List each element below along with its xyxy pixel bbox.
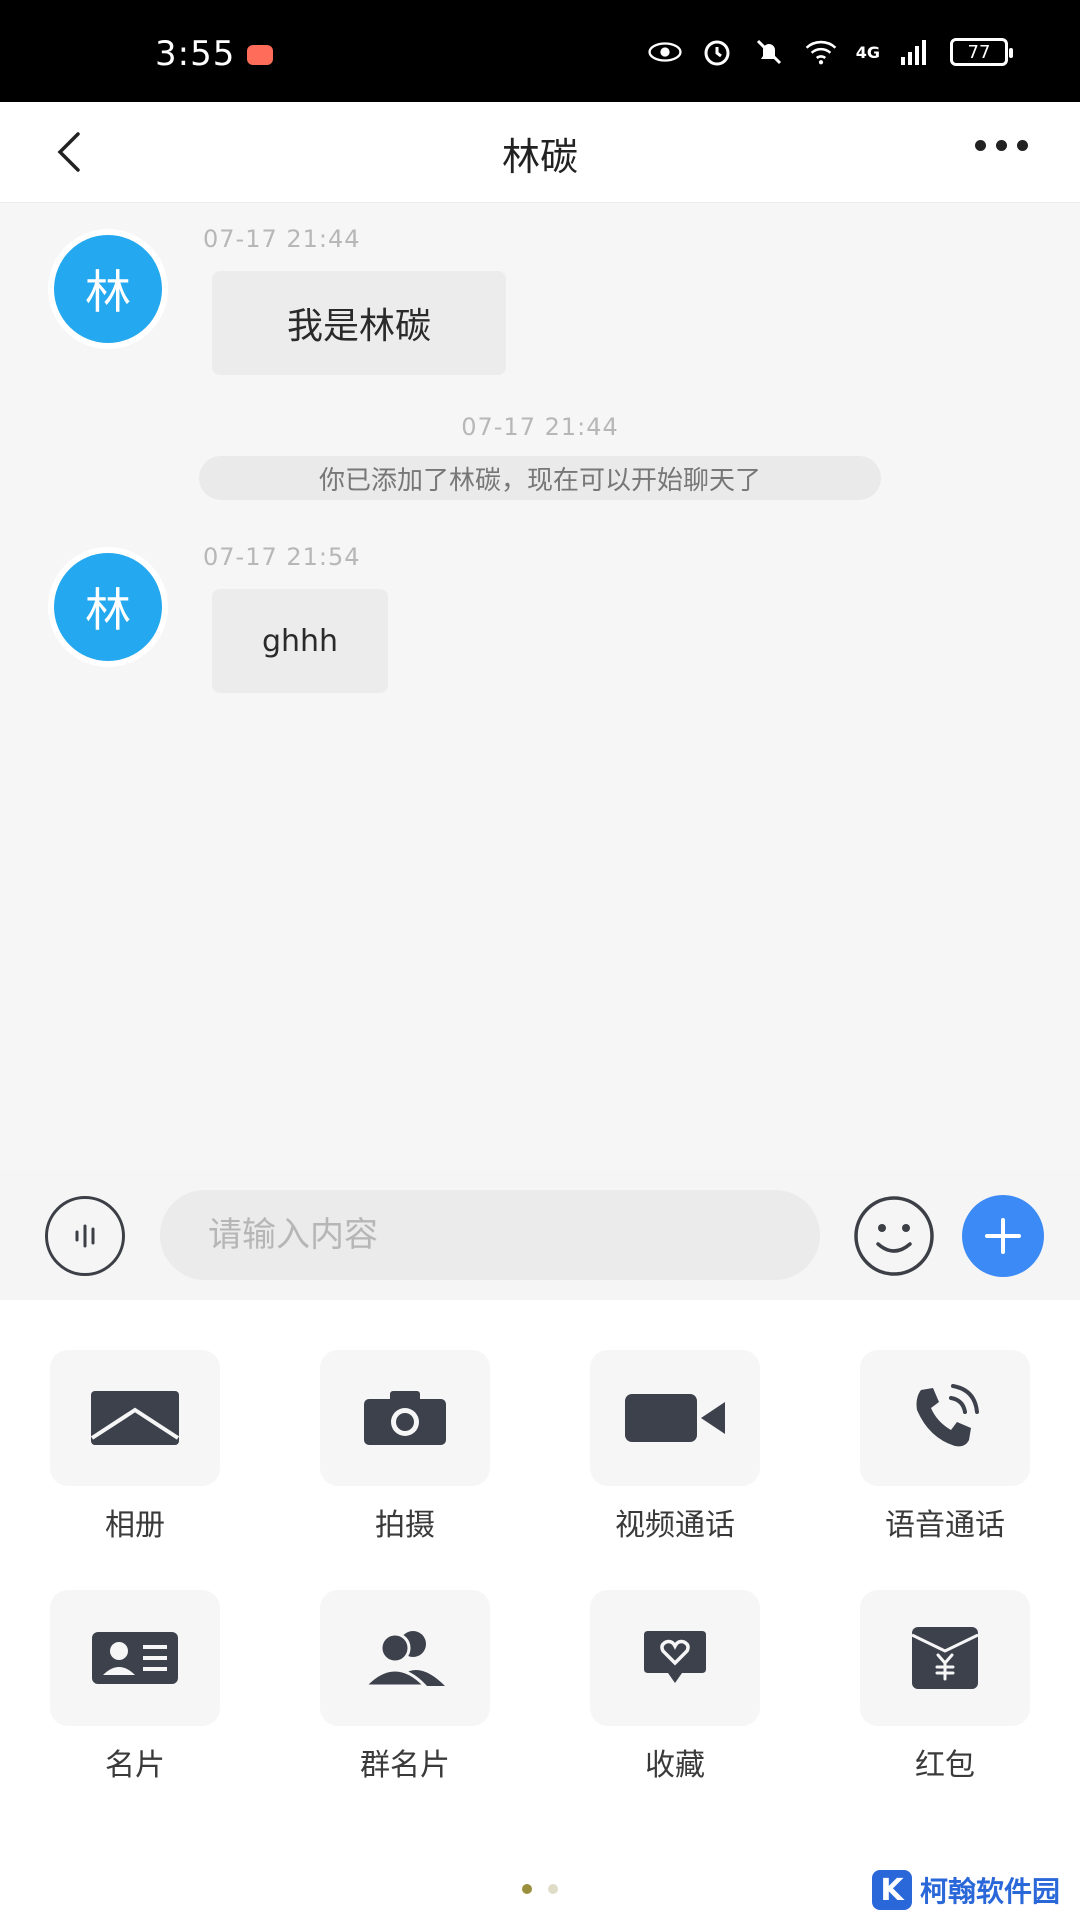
more-dot bbox=[975, 140, 986, 151]
tool-camera[interactable]: 拍摄 bbox=[315, 1350, 495, 1544]
tool-tile[interactable] bbox=[50, 1350, 220, 1486]
message-time: 07-17 21:44 bbox=[203, 225, 361, 253]
tool-album[interactable]: 相册 bbox=[45, 1350, 225, 1544]
camera-icon bbox=[364, 1391, 446, 1445]
wifi-icon bbox=[804, 39, 838, 65]
tool-video-call[interactable]: 视频通话 bbox=[585, 1350, 765, 1544]
app-notification-icon bbox=[247, 45, 273, 65]
battery-indicator: 77 bbox=[950, 38, 1013, 66]
tool-tile[interactable] bbox=[590, 1350, 760, 1486]
tool-label: 群名片 bbox=[360, 1748, 450, 1783]
tool-tile[interactable] bbox=[590, 1590, 760, 1726]
tool-tile[interactable] bbox=[860, 1350, 1030, 1486]
composer-bar bbox=[0, 1170, 1080, 1300]
message-bubble[interactable]: ghhh bbox=[212, 589, 388, 693]
message-time: 07-17 21:54 bbox=[203, 543, 361, 571]
more-options-icon[interactable] bbox=[975, 140, 1028, 151]
red-packet-icon bbox=[911, 1627, 979, 1689]
voice-wave-icon bbox=[75, 1224, 95, 1248]
tool-tile[interactable] bbox=[860, 1590, 1030, 1726]
contact-card-icon bbox=[92, 1632, 178, 1684]
album-icon bbox=[90, 1391, 180, 1445]
chat-header: 林碳 bbox=[0, 102, 1080, 203]
status-bar: 3:55 4G 77 bbox=[0, 0, 1080, 102]
tool-label: 拍摄 bbox=[375, 1508, 435, 1543]
tool-tile[interactable] bbox=[320, 1590, 490, 1726]
tool-favorites[interactable]: 收藏 bbox=[585, 1590, 765, 1784]
voice-call-icon bbox=[916, 1384, 979, 1447]
tool-label: 相册 bbox=[105, 1508, 165, 1543]
avatar[interactable]: 林 bbox=[54, 553, 162, 661]
eye-icon bbox=[648, 39, 682, 65]
page-dot bbox=[548, 1884, 558, 1894]
tool-tile[interactable] bbox=[50, 1590, 220, 1726]
video-call-icon bbox=[625, 1394, 725, 1442]
chat-title: 林碳 bbox=[501, 135, 578, 179]
more-dot bbox=[1017, 140, 1028, 151]
group-card-icon bbox=[363, 1631, 445, 1688]
tools-panel: 相册 拍摄 视频通话 语音通话 名片 群名片 收藏 红包 K 柯翰软件园 bbox=[0, 1300, 1080, 1920]
watermark: K 柯翰软件园 bbox=[871, 1870, 1060, 1910]
tool-label: 红包 bbox=[915, 1748, 975, 1783]
mute-bell-icon bbox=[752, 39, 786, 65]
tool-tile[interactable] bbox=[320, 1350, 490, 1486]
watermark-text: 柯翰软件园 bbox=[919, 1875, 1060, 1908]
watermark-logo-icon: K bbox=[871, 1870, 912, 1910]
network-type: 4G bbox=[855, 42, 880, 62]
tool-voice-call[interactable]: 语音通话 bbox=[855, 1350, 1035, 1544]
tool-label: 名片 bbox=[105, 1748, 165, 1783]
favorites-icon bbox=[644, 1631, 706, 1683]
avatar[interactable]: 林 bbox=[54, 235, 162, 343]
signal-icon bbox=[898, 39, 932, 65]
emoji-icon[interactable] bbox=[852, 1194, 936, 1278]
system-time: 07-17 21:44 bbox=[461, 413, 619, 441]
tool-red-packet[interactable]: 红包 bbox=[855, 1590, 1035, 1784]
voice-input-button[interactable] bbox=[45, 1196, 125, 1276]
tool-group-card[interactable]: 群名片 bbox=[315, 1590, 495, 1784]
message-bubble[interactable]: 我是林碳 bbox=[212, 271, 506, 375]
tool-label: 语音通话 bbox=[885, 1508, 1005, 1543]
page-dot-active bbox=[522, 1884, 532, 1894]
status-time: 3:55 bbox=[155, 34, 236, 74]
tool-label: 视频通话 bbox=[615, 1508, 735, 1543]
system-notice: 你已添加了林碳，现在可以开始聊天了 bbox=[199, 456, 881, 500]
tool-label: 收藏 bbox=[645, 1748, 705, 1783]
more-actions-button[interactable] bbox=[962, 1195, 1044, 1277]
status-icons: 4G 77 bbox=[648, 38, 1013, 66]
alarm-icon bbox=[700, 39, 734, 66]
plus-icon bbox=[985, 1218, 1021, 1254]
tool-contact-card[interactable]: 名片 bbox=[45, 1590, 225, 1784]
message-list[interactable]: 林 07-17 21:44 我是林碳 07-17 21:44 你已添加了林碳，现… bbox=[0, 203, 1080, 1170]
message-input[interactable] bbox=[160, 1190, 820, 1280]
more-dot bbox=[996, 140, 1007, 151]
